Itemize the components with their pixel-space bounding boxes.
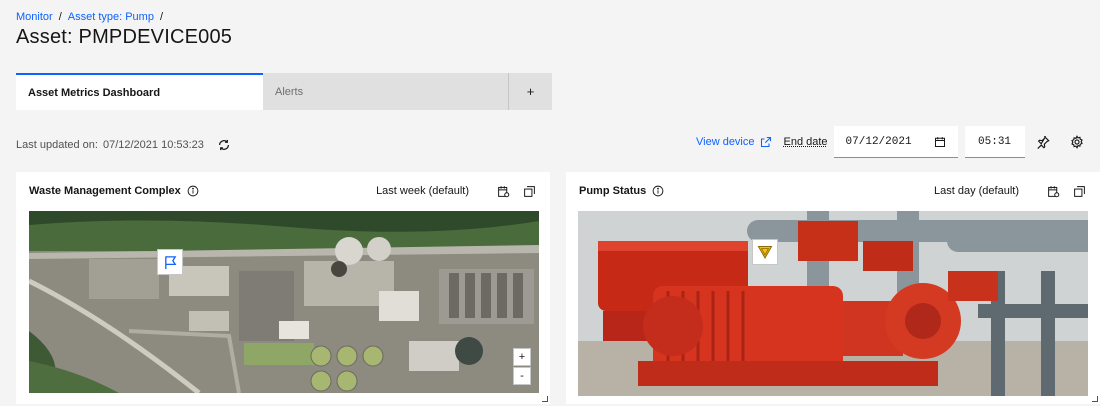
zoom-in-button[interactable]: + [513,348,531,366]
launch-icon [760,136,771,148]
warning-triangle-icon [757,246,773,260]
card-title-text: Waste Management Complex [29,185,181,197]
card-header: Pump Status Last day (default) [566,172,1100,210]
tab-asset-metrics-dashboard[interactable]: Asset Metrics Dashboard [16,73,263,110]
aerial-map[interactable]: + - [29,211,539,393]
refresh-icon[interactable] [217,138,231,152]
breadcrumb: Monitor / Asset type: Pump / [16,11,163,23]
flag-icon [164,255,176,269]
expand-icon[interactable] [521,183,537,199]
end-date-value: 07/12/2021 [845,135,912,148]
last-updated-value: 07/12/2021 10:53:23 [102,139,204,151]
calendar-settings-icon[interactable] [495,183,511,199]
card-title: Pump Status [579,185,664,197]
tab-alerts[interactable]: Alerts [263,73,509,110]
view-device-link[interactable]: View device [696,136,772,148]
time-input[interactable]: 05:31 [964,126,1025,158]
breadcrumb-link-asset-type[interactable]: Asset type: Pump [68,11,154,23]
expand-icon[interactable] [1071,183,1087,199]
end-date-input[interactable]: 07/12/2021 [833,126,958,158]
pump-image [578,211,1088,396]
info-icon [652,185,664,197]
map-marker[interactable] [157,249,183,275]
settings-icon[interactable] [1061,126,1093,158]
add-tab-button[interactable]: + [509,73,552,110]
pin-icon[interactable] [1027,126,1059,158]
pump-status-card: Pump Status Last day (default) [566,172,1100,404]
waste-management-card: Waste Management Complex Last week (defa… [16,172,550,404]
date-toolbar: View device End date 07/12/2021 05:31 [696,126,1093,158]
last-updated-label: Last updated on: [16,139,98,151]
breadcrumb-separator: / [58,11,62,23]
end-date-label: End date [783,136,828,148]
card-header: Waste Management Complex Last week (defa… [16,172,550,210]
status-marker[interactable] [752,239,778,265]
card-title-text: Pump Status [579,185,647,197]
time-value: 05:31 [978,135,1012,148]
time-range-label[interactable]: Last week (default) [376,185,469,197]
view-device-label: View device [696,136,755,148]
resize-handle[interactable] [1092,396,1098,402]
last-updated: Last updated on: 07/12/2021 10:53:23 [16,138,231,152]
card-title: Waste Management Complex [29,185,199,197]
zoom-out-button[interactable]: - [513,367,531,385]
calendar-icon [934,136,945,147]
time-range-label[interactable]: Last day (default) [934,185,1019,197]
info-icon [187,185,199,197]
breadcrumb-separator: / [159,11,164,23]
calendar-settings-icon[interactable] [1045,183,1061,199]
breadcrumb-link-monitor[interactable]: Monitor [16,11,53,23]
resize-handle[interactable] [542,396,548,402]
dashboard-tabs: Asset Metrics Dashboard Alerts + [16,73,552,110]
page-title: Asset: PMPDEVICE005 [16,26,233,48]
